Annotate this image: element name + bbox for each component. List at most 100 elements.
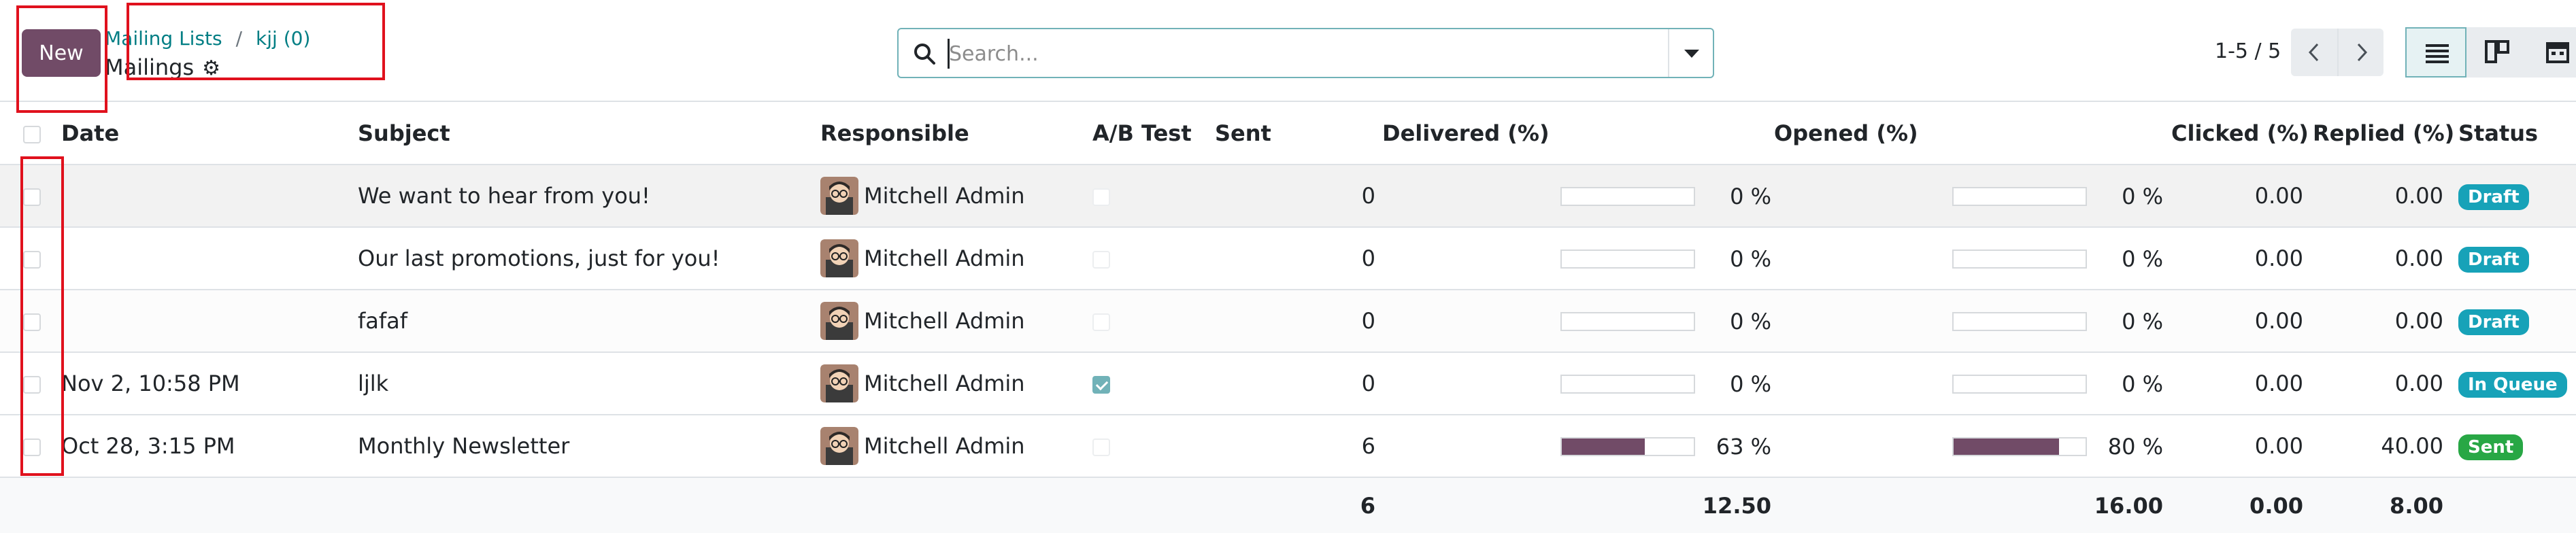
status-badge: Draft [2458, 309, 2529, 335]
column-header-opened[interactable]: Opened (%) [1774, 102, 2171, 165]
search-input[interactable] [948, 36, 1658, 71]
mailings-table: Date Subject Responsible A/B Test Sent D… [0, 102, 2576, 533]
delivered-percent: 0 % [1730, 309, 1771, 334]
cell-sent: 6 [1361, 433, 1375, 459]
gear-icon[interactable]: ⚙ [202, 56, 220, 80]
ab-test-checkbox [1092, 188, 1110, 206]
opened-progress-fill [1954, 439, 2060, 455]
column-header-status[interactable]: Status [2453, 102, 2576, 165]
opened-progress-bar [1952, 187, 2087, 206]
avatar [820, 427, 858, 465]
ab-test-checkbox [1092, 251, 1110, 269]
cell-delivered: 63 % [1382, 415, 1774, 477]
cell-status: Draft [2453, 227, 2576, 290]
list-view-button[interactable] [2405, 27, 2466, 78]
cell-sent: 0 [1361, 308, 1375, 334]
pager-value[interactable]: 1-5 / 5 [2215, 39, 2281, 63]
table-row[interactable]: Oct 28, 3:15 PM Monthly Newsletter Mitchel… [0, 415, 2576, 477]
cell-status: Sent [2453, 415, 2576, 477]
avatar [820, 302, 858, 340]
cell-opened: 0 % [1774, 227, 2171, 290]
row-checkbox[interactable] [23, 313, 41, 331]
cell-ab-test [1092, 290, 1215, 352]
cell-ab-test [1092, 227, 1215, 290]
cell-delivered: 0 % [1382, 290, 1774, 352]
column-header-sent[interactable]: Sent [1215, 102, 1382, 165]
cell-opened: 0 % [1774, 165, 2171, 227]
status-badge: Draft [2458, 246, 2529, 273]
column-header-subject[interactable]: Subject [358, 102, 820, 165]
totals-spacer-cell [0, 477, 61, 533]
opened-progress-bar [1952, 375, 2087, 394]
cell-date: Nov 2, 10:58 PM [61, 371, 240, 396]
cell-clicked: 0.00 [2254, 308, 2303, 334]
row-select-cell [0, 290, 61, 352]
cell-subject: Our last promotions, just for you! [358, 245, 720, 271]
new-button[interactable]: New [22, 29, 101, 77]
cell-replied: 0.00 [2394, 183, 2443, 209]
select-all-cell [0, 102, 61, 165]
cell-delivered: 0 % [1382, 227, 1774, 290]
row-checkbox[interactable] [23, 188, 41, 206]
cell-date: Oct 28, 3:15 PM [61, 433, 235, 459]
total-delivered: 12.50 [1702, 492, 1771, 519]
table-row[interactable]: Nov 2, 10:58 PM ljlk Mitchell Admin 0 0 % 0 %… [0, 352, 2576, 415]
cell-replied: 0.00 [2394, 371, 2443, 396]
select-all-checkbox[interactable] [23, 125, 41, 143]
opened-percent: 0 % [2122, 309, 2163, 334]
delivered-progress-bar [1560, 250, 1695, 269]
calendar-icon [2546, 42, 2569, 63]
breadcrumb-kjj[interactable]: kjj (0) [256, 27, 310, 50]
opened-progress-bar [1952, 250, 2087, 269]
breadcrumb: Mailing Lists / kjj (0) [105, 27, 310, 50]
column-header-delivered[interactable]: Delivered (%) [1382, 102, 1774, 165]
pager-next-button[interactable] [2337, 29, 2383, 76]
table-row[interactable]: Our last promotions, just for you! Mitche… [0, 227, 2576, 290]
kanban-view-button[interactable] [2466, 27, 2528, 78]
pager-previous-button[interactable] [2291, 29, 2337, 76]
responsible-name: Mitchell Admin [864, 433, 1025, 459]
search-icon [914, 44, 935, 65]
responsible-name: Mitchell Admin [864, 371, 1025, 396]
column-header-ab-test[interactable]: A/B Test [1092, 102, 1215, 165]
cell-ab-test [1092, 352, 1215, 415]
cell-subject: ljlk [358, 371, 389, 396]
cell-opened: 80 % [1774, 415, 2171, 477]
cell-clicked: 0.00 [2254, 245, 2303, 271]
cell-subject: fafaf [358, 308, 408, 334]
column-header-clicked[interactable]: Clicked (%) [2171, 102, 2313, 165]
column-header-date[interactable]: Date [61, 102, 358, 165]
cell-status: In Queue [2453, 352, 2576, 415]
delivered-percent: 0 % [1730, 246, 1771, 272]
table-row[interactable]: fafaf Mitchell Admin 0 0 % 0 % 0.00 0.00 Draft [0, 290, 2576, 352]
ab-test-checkbox [1092, 439, 1110, 456]
total-opened: 16.00 [2094, 492, 2163, 519]
kanban-view-icon [2485, 40, 2509, 63]
status-badge: In Queue [2458, 371, 2567, 398]
cell-responsible: Mitchell Admin [820, 165, 1092, 227]
opened-percent: 0 % [2122, 246, 2163, 272]
text-cursor [948, 39, 950, 69]
search-options-toggle[interactable] [1668, 29, 1713, 77]
column-header-responsible[interactable]: Responsible [820, 102, 1092, 165]
page-title: Mailings ⚙ [105, 54, 220, 80]
avatar [820, 239, 858, 277]
cell-ab-test [1092, 165, 1215, 227]
breadcrumb-mailing-lists[interactable]: Mailing Lists [105, 27, 222, 50]
page-title-text: Mailings [105, 54, 195, 80]
totals-spacer-cell [1092, 477, 1215, 533]
cell-delivered: 0 % [1382, 352, 1774, 415]
table-row[interactable]: We want to hear from you! Mitchell Admin 0… [0, 165, 2576, 227]
ab-test-checkbox [1092, 376, 1110, 394]
caret-down-icon [1684, 50, 1699, 58]
total-replied: 8.00 [2390, 492, 2443, 519]
row-checkbox[interactable] [23, 376, 41, 394]
row-checkbox[interactable] [23, 439, 41, 456]
column-header-replied[interactable]: Replied (%) [2313, 102, 2454, 165]
calendar-view-button[interactable] [2528, 27, 2576, 78]
row-checkbox[interactable] [23, 251, 41, 269]
delivered-progress-bar [1560, 312, 1695, 331]
cell-opened: 0 % [1774, 290, 2171, 352]
breadcrumb-separator: / [235, 27, 243, 50]
ab-test-checkbox [1092, 313, 1110, 331]
